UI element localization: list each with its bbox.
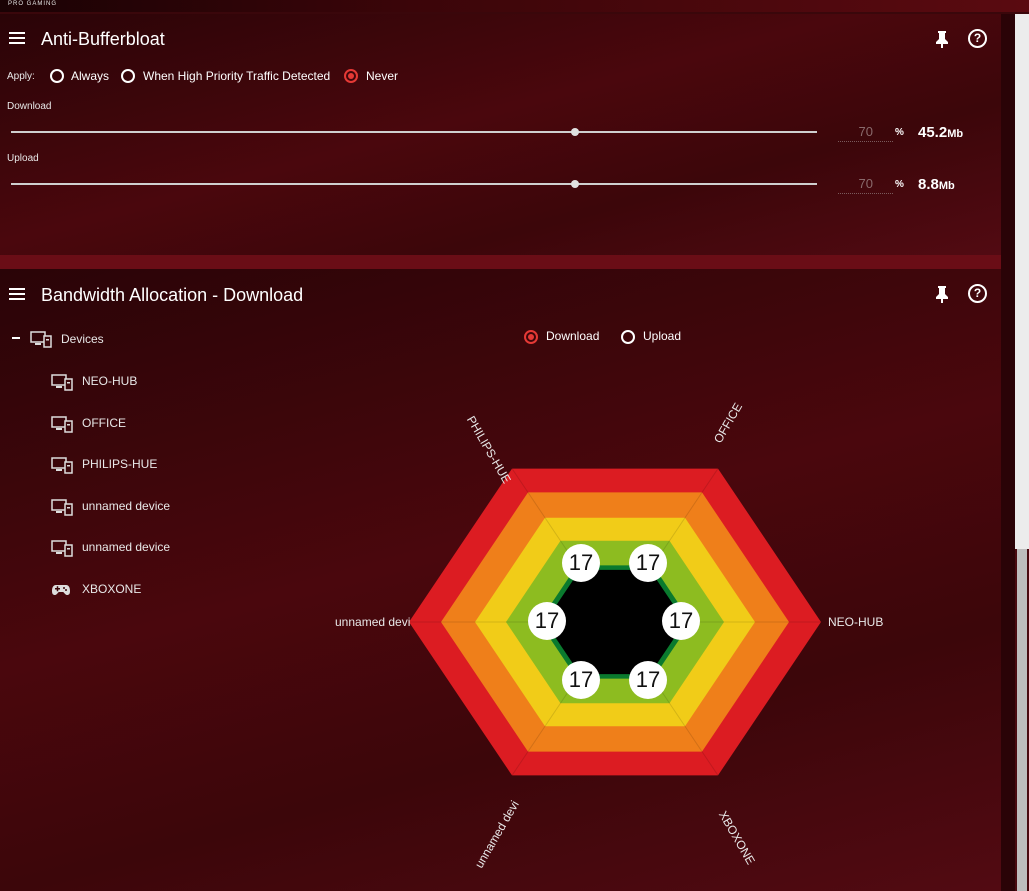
scrollbar-thumb[interactable] <box>1017 549 1027 891</box>
apply-always-label[interactable]: Always <box>71 69 109 83</box>
upload-rate-value: 8.8 <box>918 176 939 193</box>
download-percent-input[interactable]: 70 <box>838 124 893 142</box>
device-item-label[interactable]: NEO-HUB <box>82 374 137 388</box>
download-rate-value: 45.2 <box>918 124 948 141</box>
pin-icon[interactable] <box>932 284 952 304</box>
allocation-unnamed-left[interactable]: 17 <box>528 602 566 640</box>
upload-slider[interactable] <box>11 180 817 188</box>
device-item-label[interactable]: XBOXONE <box>82 582 141 596</box>
upload-rate-unit: Mb <box>938 180 955 192</box>
apply-never-radio[interactable] <box>344 69 358 83</box>
upload-percent-input[interactable]: 70 <box>838 176 893 194</box>
panel-title: Anti-Bufferbloat <box>41 29 165 49</box>
upload-rate: 8.8Mb <box>918 176 955 193</box>
axis-label-neo-hub: NEO-HUB <box>828 615 884 629</box>
help-icon[interactable]: ? <box>968 29 987 48</box>
apply-always-radio[interactable] <box>50 69 64 83</box>
download-slider[interactable] <box>11 128 817 136</box>
brand-label: PRO GAMING <box>8 1 58 7</box>
bandwidth-hexagon-chart[interactable] <box>380 420 840 820</box>
download-direction-label[interactable]: Download <box>546 329 599 343</box>
computer-icon <box>51 539 73 558</box>
panel-gap <box>0 255 1001 269</box>
top-bar: PRO GAMING <box>0 0 1029 12</box>
device-item-label[interactable]: unnamed device <box>82 499 170 513</box>
devices-icon <box>30 331 52 348</box>
apply-high-priority-radio[interactable] <box>121 69 135 83</box>
allocation-neo-hub[interactable]: 17 <box>662 602 700 640</box>
upload-slider-thumb[interactable] <box>571 180 580 188</box>
upload-direction-radio[interactable] <box>621 330 635 344</box>
menu-icon[interactable] <box>9 288 25 300</box>
scrollbar-track[interactable] <box>1015 14 1029 549</box>
download-rate-unit: Mb <box>947 128 964 140</box>
download-label: Download <box>7 101 52 112</box>
devices-tree-root[interactable]: Devices <box>61 332 104 346</box>
upload-percent-sign: % <box>895 179 904 190</box>
allocation-office[interactable]: 17 <box>629 544 667 582</box>
anti-bufferbloat-panel: Anti-Bufferbloat ? Apply: Always When Hi… <box>0 14 1001 255</box>
help-icon[interactable]: ? <box>968 284 987 303</box>
upload-label: Upload <box>7 153 39 164</box>
menu-icon[interactable] <box>9 32 25 44</box>
apply-label: Apply: <box>7 71 35 82</box>
collapse-icon[interactable] <box>12 337 20 339</box>
allocation-xboxone[interactable]: 17 <box>629 661 667 699</box>
download-direction-radio[interactable] <box>524 330 538 344</box>
upload-direction-label[interactable]: Upload <box>643 329 681 343</box>
allocation-unnamed-bottom[interactable]: 17 <box>562 661 600 699</box>
device-item-label[interactable]: PHILIPS-HUE <box>82 457 157 471</box>
download-rate: 45.2Mb <box>918 124 963 141</box>
device-item-label[interactable]: unnamed device <box>82 540 170 554</box>
computer-icon <box>51 456 73 474</box>
download-slider-thumb[interactable] <box>571 128 580 136</box>
axis-label-unnamed-device-left: unnamed devi <box>335 615 411 629</box>
computer-icon <box>51 415 73 433</box>
panel-right-edge <box>1001 14 1015 891</box>
download-percent-sign: % <box>895 127 904 138</box>
pin-icon[interactable] <box>932 29 952 49</box>
apply-high-priority-label[interactable]: When High Priority Traffic Detected <box>143 69 330 83</box>
computer-icon <box>51 498 73 516</box>
computer-icon <box>51 373 73 391</box>
apply-never-label[interactable]: Never <box>366 69 398 83</box>
device-item-label[interactable]: OFFICE <box>82 416 126 430</box>
panel-title: Bandwidth Allocation - Download <box>41 285 304 305</box>
allocation-philips-hue[interactable]: 17 <box>562 544 600 582</box>
gamepad-icon <box>51 581 73 599</box>
